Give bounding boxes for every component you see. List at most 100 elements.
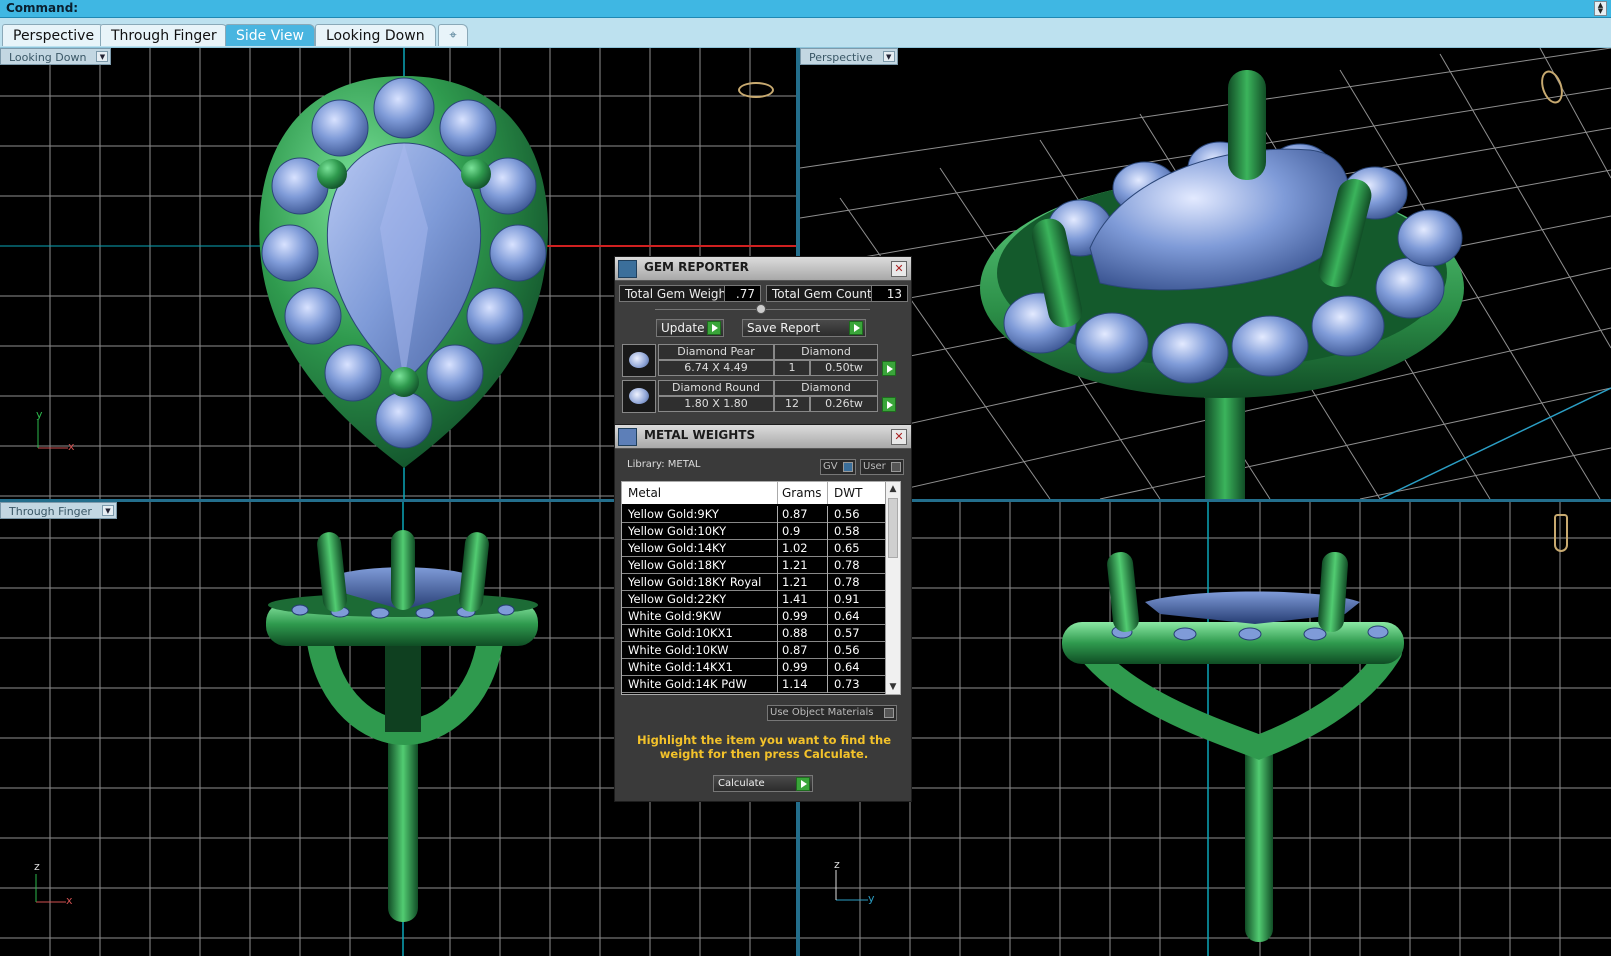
viewport-label-through-finger[interactable]: Through Finger ▼ [0,502,117,519]
scroll-up-icon[interactable]: ▲ [886,482,900,496]
column-header-metal[interactable]: Metal [628,482,774,504]
ring-preview-icon[interactable] [1554,514,1568,552]
close-icon[interactable]: ✕ [891,261,907,277]
save-report-button[interactable]: Save Report [742,319,866,337]
table-row[interactable]: Yellow Gold:22KY 1.41 0.91 [622,591,886,608]
command-bar[interactable]: Command: ▲ ▼ [0,0,1611,18]
tab-perspective[interactable]: Perspective [2,24,106,46]
table-row[interactable]: Yellow Gold:18KY 1.21 0.78 [622,557,886,574]
total-gem-weight-field: Total Gem Weight .77 [619,285,761,302]
user-toggle-button[interactable]: User [860,459,904,475]
total-gem-count-label: Total Gem Count [772,287,872,301]
play-icon [796,777,810,791]
user-label: User [863,461,886,472]
add-tab-icon[interactable]: ⌖ [438,24,468,46]
axis-label-x: x [66,894,73,907]
table-scrollbar[interactable]: ▲ ▼ [885,482,900,694]
table-row[interactable]: Yellow Gold:18KY Royal 1.21 0.78 [622,574,886,591]
total-gem-count-value: 13 [871,286,907,301]
table-row[interactable]: White Gold:9KW 0.99 0.64 [622,608,886,625]
axis-label-y: y [868,892,875,905]
command-scroll-icon[interactable]: ▲ ▼ [1594,1,1607,16]
metal-name: White Gold:9KW [628,609,722,623]
calculate-hint-text: Highlight the item you want to find the … [637,733,891,761]
metal-dwt: 0.78 [827,557,885,574]
table-row[interactable]: Yellow Gold:10KY 0.9 0.58 [622,523,886,540]
total-gem-weight-label: Total Gem Weight [625,287,731,301]
save-report-button-label: Save Report [747,321,821,335]
close-icon[interactable]: ✕ [891,429,907,445]
update-button-label: Update [661,321,705,335]
viewport-side-view[interactable]: z y [800,502,1611,956]
scrollbar-thumb[interactable] [888,498,898,558]
metal-grams: 0.87 [777,642,827,659]
calculate-button-label: Calculate [718,778,765,789]
metal-name: White Gold:14K PdW [628,677,747,691]
toggle-indicator-icon [884,708,894,718]
divider-knob-icon[interactable] [756,304,766,314]
gem-row[interactable]: Diamond Round Diamond 1.80 X 1.80 12 0.2… [622,380,896,413]
viewport-tab-bar: Perspective Through Finger Side View Loo… [0,18,1611,48]
gem-reporter-panel: GEM REPORTER ✕ Total Gem Weight .77 Tota… [614,256,912,426]
table-row[interactable]: White Gold:14K PdW 1.14 0.73 [622,676,886,693]
use-object-materials-label: Use Object Materials [770,707,874,718]
metal-grams: 0.87 [777,506,827,523]
update-button[interactable]: Update [656,319,724,337]
metal-weights-titlebar[interactable]: METAL WEIGHTS ✕ [615,425,911,449]
gem-weight: 0.26tw [810,396,878,412]
use-object-materials-toggle[interactable]: Use Object Materials [767,705,897,721]
gv-label: GV [823,461,838,472]
viewport-label-looking-down[interactable]: Looking Down ▼ [0,48,112,65]
metal-grams: 1.14 [777,676,827,693]
table-row[interactable]: White Gold:10KX1 0.88 0.57 [622,625,886,642]
play-icon [849,321,863,335]
table-row[interactable]: White Gold:14KX1 0.99 0.64 [622,659,886,676]
column-header-dwt[interactable]: DWT [827,482,885,504]
gem-count: 1 [774,360,810,376]
toggle-indicator-icon [843,462,853,472]
metal-name: White Gold:10KW [628,643,729,657]
viewport-perspective[interactable]: Perspective ▼ [800,48,1611,499]
gem-row[interactable]: Diamond Pear Diamond 6.74 X 4.49 1 0.50t… [622,344,896,377]
tab-looking-down[interactable]: Looking Down [315,24,436,46]
metal-dwt: 0.56 [827,506,885,523]
metal-grams: 1.21 [777,574,827,591]
scroll-down-icon[interactable]: ▼ [886,680,900,694]
round-gem-thumbnail [622,380,656,413]
viewport-label-perspective[interactable]: Perspective ▼ [800,48,898,65]
metal-weights-table[interactable]: Metal Grams DWT Yellow Gold:9KY 0.87 0.56 … [621,481,901,695]
side-view-render [800,502,1611,956]
gem-count: 12 [774,396,810,412]
viewport-menu-chevron-icon[interactable]: ▼ [96,51,109,62]
viewport-menu-chevron-icon[interactable]: ▼ [882,51,895,62]
tab-through-finger[interactable]: Through Finger [100,24,228,46]
table-row[interactable]: White Gold:10KW 0.87 0.56 [622,642,886,659]
metal-grams: 0.99 [777,608,827,625]
table-row[interactable]: Yellow Gold:14KY 1.02 0.65 [622,540,886,557]
select-gem-play-icon[interactable] [882,361,896,376]
toggle-indicator-icon [891,462,901,472]
gem-weight: 0.50tw [810,360,878,376]
gem-reporter-titlebar[interactable]: GEM REPORTER ✕ [615,257,911,281]
metal-weights-icon [618,428,637,446]
gv-toggle-button[interactable]: GV [820,459,856,475]
command-label: Command: [6,1,79,15]
gem-name: Diamond Pear [658,344,774,360]
metal-grams: 1.41 [777,591,827,608]
viewport-menu-chevron-icon[interactable]: ▼ [101,505,114,516]
rhino-workspace: Command: ▲ ▼ Perspective Through Finger S… [0,0,1611,956]
axis-label-x: x [68,440,75,453]
tab-side-view[interactable]: Side View [225,24,315,46]
column-header-grams[interactable]: Grams [777,482,827,504]
calculate-button[interactable]: Calculate [713,775,813,792]
pear-gem-thumbnail [622,344,656,377]
metal-grams: 0.99 [777,659,827,676]
metal-dwt: 0.73 [827,676,885,693]
metal-dwt: 0.58 [827,523,885,540]
gem-size: 1.80 X 1.80 [658,396,774,412]
metal-dwt: 0.57 [827,625,885,642]
table-row[interactable]: Yellow Gold:9KY 0.87 0.56 [622,506,886,523]
select-gem-play-icon[interactable] [882,397,896,412]
metal-dwt: 0.91 [827,591,885,608]
ring-preview-icon[interactable] [738,82,774,98]
